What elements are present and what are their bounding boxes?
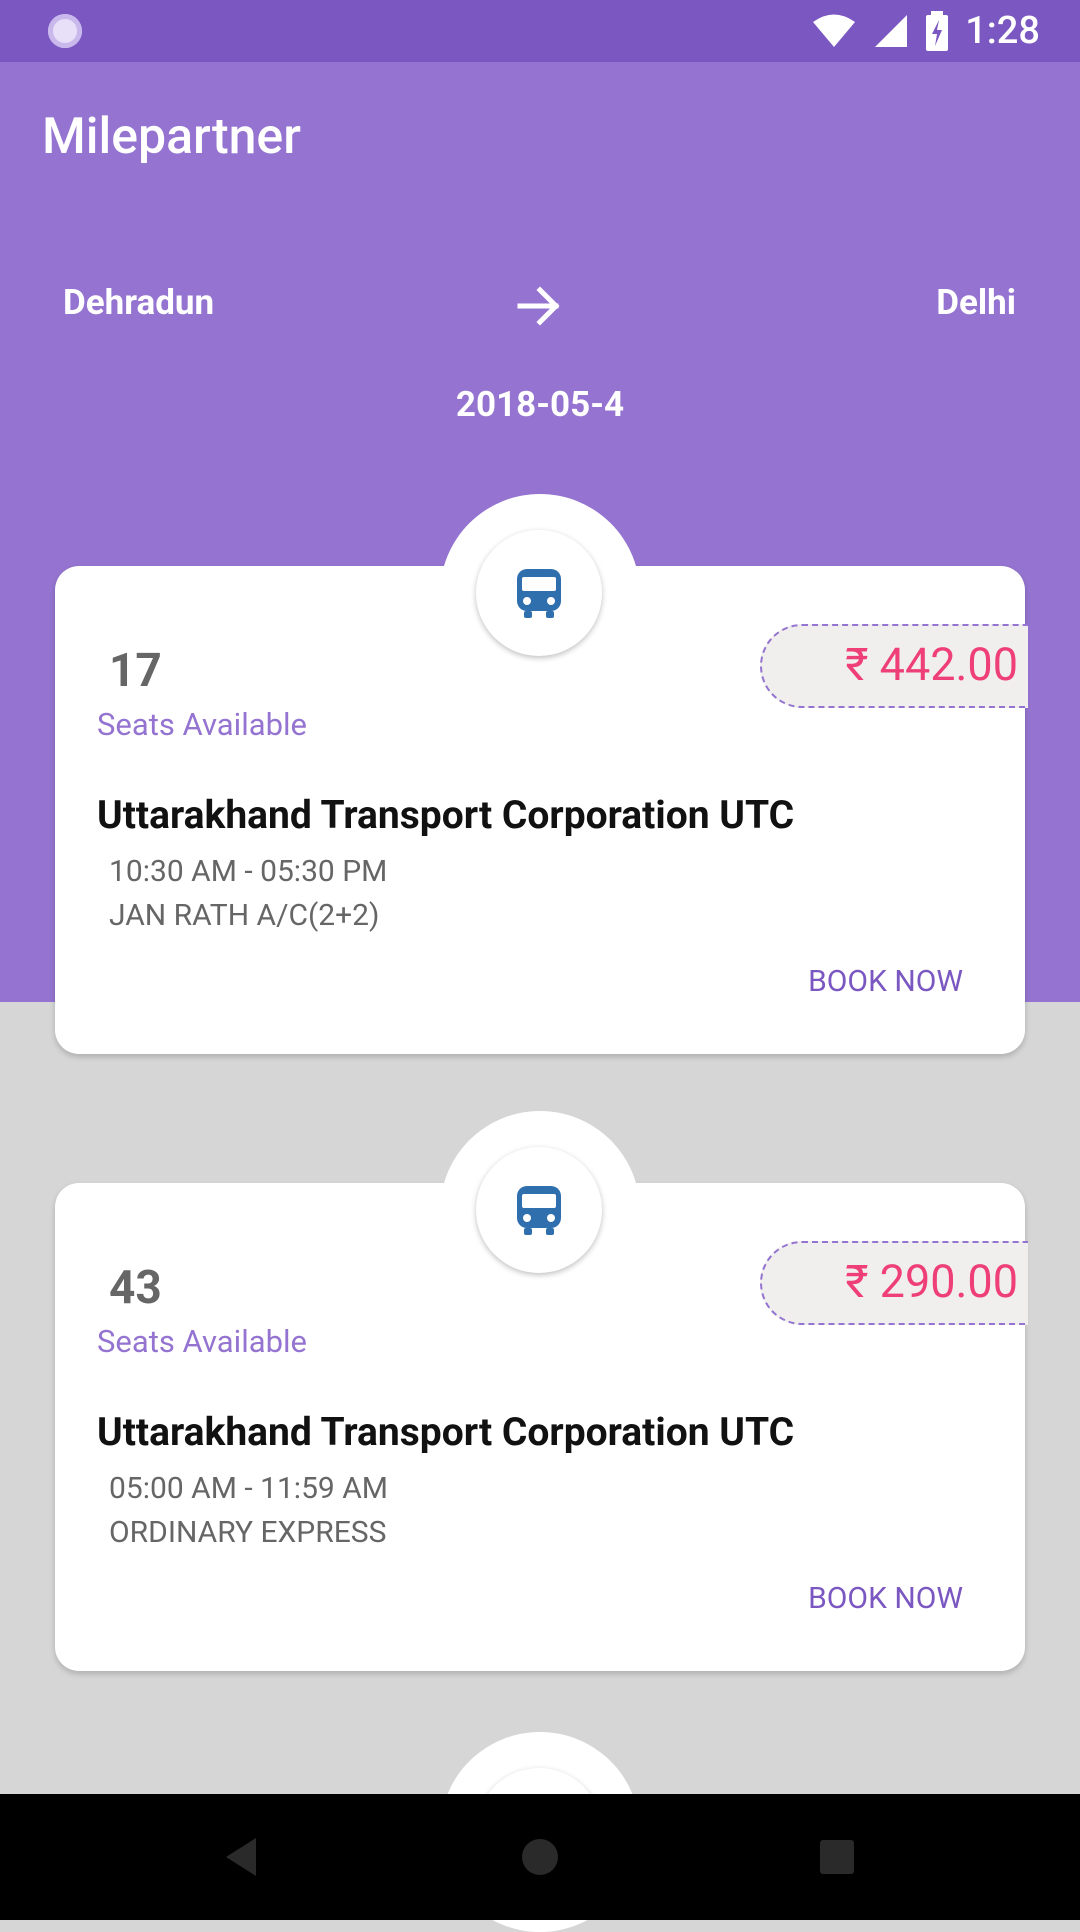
status-right: 1:28 <box>811 8 1040 54</box>
signal-icon <box>875 15 908 47</box>
status-bar: 1:28 <box>0 0 1080 62</box>
departure-arrival-time: 05:00 AM - 11:59 AM <box>109 1471 388 1506</box>
bus-icon-badge <box>476 1147 602 1273</box>
app-title: Milepartner <box>42 108 301 166</box>
seats-label: Seats Available <box>97 706 307 743</box>
bus-card[interactable]: 43 Seats Available ₹ 290.00 Uttarakhand … <box>55 1111 1028 1671</box>
book-now-button[interactable]: BOOK NOW <box>808 964 963 999</box>
bus-type: JAN RATH A/C(2+2) <box>109 898 380 933</box>
price-value: ₹ 442.00 <box>845 638 1018 691</box>
app-status-icon <box>48 14 82 48</box>
navigation-bar <box>0 1794 1080 1920</box>
travel-date: 2018-05-4 <box>455 384 625 425</box>
price-tag: ₹ 290.00 <box>760 1241 1028 1325</box>
route-destination: Delhi <box>936 282 1016 323</box>
seats-label: Seats Available <box>97 1323 307 1360</box>
operator-name: Uttarakhand Transport Corporation UTC <box>97 1409 795 1455</box>
seats-count: 17 <box>109 644 162 698</box>
departure-arrival-time: 10:30 AM - 05:30 PM <box>109 854 388 889</box>
price-tag: ₹ 442.00 <box>760 624 1028 708</box>
battery-charging-icon <box>926 11 949 51</box>
bus-icon-badge <box>476 530 602 656</box>
bus-type: ORDINARY EXPRESS <box>109 1515 387 1550</box>
back-icon[interactable] <box>216 1832 266 1882</box>
app-bar: Milepartner <box>0 62 1080 210</box>
arrow-right-icon <box>517 286 560 326</box>
bus-icon <box>517 1186 561 1235</box>
book-now-button[interactable]: BOOK NOW <box>808 1581 963 1616</box>
bus-icon <box>517 569 561 618</box>
route-origin: Dehradun <box>63 282 215 323</box>
status-time: 1:28 <box>965 9 1040 53</box>
wifi-icon <box>813 14 856 47</box>
seats-count: 43 <box>109 1261 162 1315</box>
price-value: ₹ 290.00 <box>845 1255 1018 1308</box>
recents-icon[interactable] <box>812 1832 862 1882</box>
bus-card[interactable]: 17 Seats Available ₹ 442.00 Uttarakhand … <box>55 494 1028 1054</box>
home-icon[interactable] <box>515 1832 565 1882</box>
operator-name: Uttarakhand Transport Corporation UTC <box>97 792 795 838</box>
